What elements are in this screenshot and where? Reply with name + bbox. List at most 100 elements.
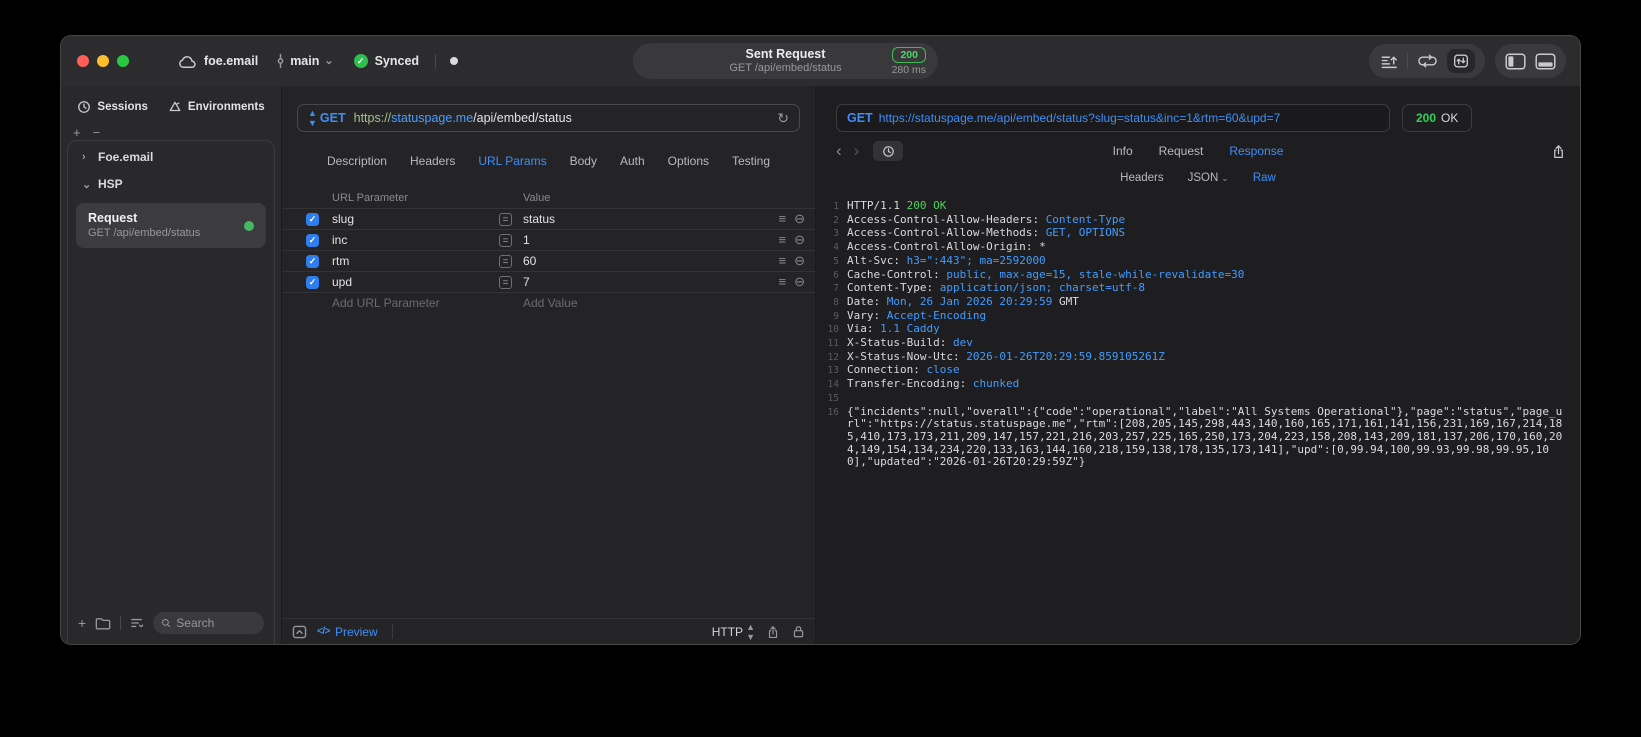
tab-auth[interactable]: Auth (620, 154, 645, 168)
param-value-field[interactable]: status (523, 212, 757, 226)
remove-row-icon[interactable]: ⊖ (794, 232, 805, 248)
param-value-field[interactable]: 60 (523, 254, 757, 268)
zoom-window-button[interactable] (117, 55, 129, 67)
toggle-bottom-panel-button[interactable] (1535, 52, 1556, 70)
export-request-button[interactable] (1379, 52, 1398, 71)
tab-description[interactable]: Description (327, 154, 387, 168)
code-segment: X-Status-Build (847, 336, 940, 350)
code-brackets-icon: </> (317, 626, 330, 637)
share-request-button[interactable] (766, 624, 780, 640)
resend-request-icon[interactable]: ↻ (777, 110, 789, 127)
protocol-select[interactable]: HTTP ▲ ▼ (712, 622, 755, 642)
remove-row-icon[interactable]: ⊖ (794, 211, 805, 227)
line-number: 5 (833, 255, 839, 267)
add-session-button[interactable]: + (73, 125, 81, 140)
response-subtab-headers[interactable]: Headers (1120, 172, 1163, 184)
share-icon (1554, 144, 1563, 158)
tab-testing[interactable]: Testing (732, 154, 770, 168)
response-line: 4 Access-Control-Allow-Origin: * (822, 240, 1568, 255)
code-segment: : (1032, 212, 1046, 226)
response-status-text: OK (1441, 111, 1459, 125)
code-segment: Access-Control-Allow-Methods (847, 226, 1033, 240)
tab-sessions[interactable]: Sessions (77, 100, 148, 114)
remove-row-icon[interactable]: ⊖ (794, 253, 805, 269)
line-number: 4 (833, 242, 839, 254)
add-parameter-placeholder[interactable]: Add URL Parameter (332, 296, 499, 310)
add-value-placeholder[interactable]: Add Value (523, 296, 757, 310)
request-method[interactable]: GET (320, 111, 346, 125)
titlebar: foe.email main ⌄ ✓ Synced Sent Request G… (61, 36, 1580, 86)
sync-status[interactable]: ✓ Synced (353, 54, 419, 68)
close-window-button[interactable] (77, 55, 89, 67)
request-summary-capsule[interactable]: Sent Request GET /api/embed/status 200 2… (633, 43, 938, 79)
code-segment: : (873, 294, 887, 308)
sessions-clock-icon (78, 101, 91, 113)
tab-environments[interactable]: Environments (168, 100, 265, 114)
new-folder-button[interactable] (95, 617, 111, 630)
sort-filter-button[interactable] (130, 617, 144, 629)
tab-headers[interactable]: Headers (410, 154, 455, 168)
response-header-text (847, 392, 1568, 406)
response-subtab-raw[interactable]: Raw (1253, 172, 1276, 184)
minimize-window-button[interactable] (97, 55, 109, 67)
param-name-field[interactable]: inc (332, 233, 499, 247)
request-list-item-selected[interactable]: Request GET /api/embed/status (76, 203, 266, 248)
param-enabled-checkbox[interactable]: ✓ (306, 233, 319, 247)
history-back-button[interactable]: ‹ (830, 142, 848, 159)
remove-row-icon[interactable]: ⊖ (794, 274, 805, 290)
response-header-text: Date: Mon, 26 Jan 2026 20:29:59 GMT (847, 294, 1568, 310)
line-number: 14 (827, 379, 839, 391)
send-download-button[interactable] (1447, 49, 1475, 73)
project-menu[interactable]: foe.email (177, 54, 258, 69)
param-enabled-checkbox[interactable]: ✓ (306, 212, 319, 226)
response-pane: GET https://statuspage.me/api/embed/stat… (816, 86, 1580, 644)
response-tab-info[interactable]: Info (1113, 144, 1133, 158)
export-response-button[interactable] (1551, 143, 1566, 160)
row-options-icon[interactable]: ≡ (779, 253, 787, 269)
preview-button[interactable]: </> Preview (317, 625, 378, 639)
expand-panel-icon (292, 625, 307, 638)
sidebar-search[interactable] (153, 612, 264, 634)
remove-session-button[interactable]: − (93, 125, 101, 140)
param-name-field[interactable]: slug (332, 212, 499, 226)
tree-item-foe-email[interactable]: › Foe.email (68, 141, 274, 168)
response-raw-view[interactable]: 1 HTTP/1.1 200 OK 2 Access-Control-Allow-He… (816, 190, 1580, 644)
lock-button[interactable] (792, 624, 805, 639)
param-name-field[interactable]: upd (332, 275, 499, 289)
history-forward-button[interactable]: › (848, 142, 866, 159)
tab-url-params[interactable]: URL Params (478, 154, 546, 168)
request-url-bar[interactable]: ▲ ▼ GET https://statuspage.me/api/embed/s… (297, 104, 800, 132)
code-generator-button[interactable] (1417, 52, 1438, 70)
param-name-field[interactable]: rtm (332, 254, 499, 268)
expand-preview-button[interactable] (292, 625, 307, 639)
param-enabled-checkbox[interactable]: ✓ (306, 254, 319, 268)
code-segment: Transfer-Encoding (847, 377, 960, 391)
sent-request-url-field[interactable]: GET https://statuspage.me/api/embed/stat… (836, 104, 1390, 132)
subtab-label: Raw (1252, 172, 1276, 184)
line-number: 9 (833, 310, 839, 322)
tab-body[interactable]: Body (570, 154, 597, 168)
params-header-row: URL Parameter Value (282, 188, 815, 208)
param-enabled-checkbox[interactable]: ✓ (306, 275, 319, 289)
response-header-text: X-Status-Now-Utc: 2026-01-26T20:29:59.85… (847, 350, 1568, 365)
response-tab-request[interactable]: Request (1159, 144, 1204, 158)
row-options-icon[interactable]: ≡ (779, 232, 787, 248)
history-button[interactable] (873, 141, 904, 161)
toggle-sidebar-button[interactable] (1505, 52, 1526, 70)
param-value-field[interactable]: 7 (523, 275, 757, 289)
param-row: ✓ slug = status ≡ ⊖ (282, 208, 815, 229)
response-tab-response[interactable]: Response (1229, 144, 1283, 158)
tab-options[interactable]: Options (668, 154, 709, 168)
code-segment: public, max-age=15, stale-while-revalida… (946, 267, 1245, 281)
response-subtab-json[interactable]: JSON ⌄ (1188, 172, 1229, 184)
branch-selector[interactable]: main ⌄ (276, 53, 334, 69)
line-number: 6 (833, 269, 839, 281)
new-request-button[interactable]: + (78, 616, 86, 630)
response-header-text: X-Status-Build: dev (847, 336, 1568, 351)
param-value-field[interactable]: 1 (523, 233, 757, 247)
add-param-row[interactable]: Add URL Parameter Add Value (282, 292, 815, 313)
row-options-icon[interactable]: ≡ (779, 274, 787, 290)
tree-item-hsp[interactable]: ⌄ HSP (68, 168, 274, 195)
row-options-icon[interactable]: ≡ (779, 211, 787, 227)
search-input[interactable] (176, 616, 256, 630)
